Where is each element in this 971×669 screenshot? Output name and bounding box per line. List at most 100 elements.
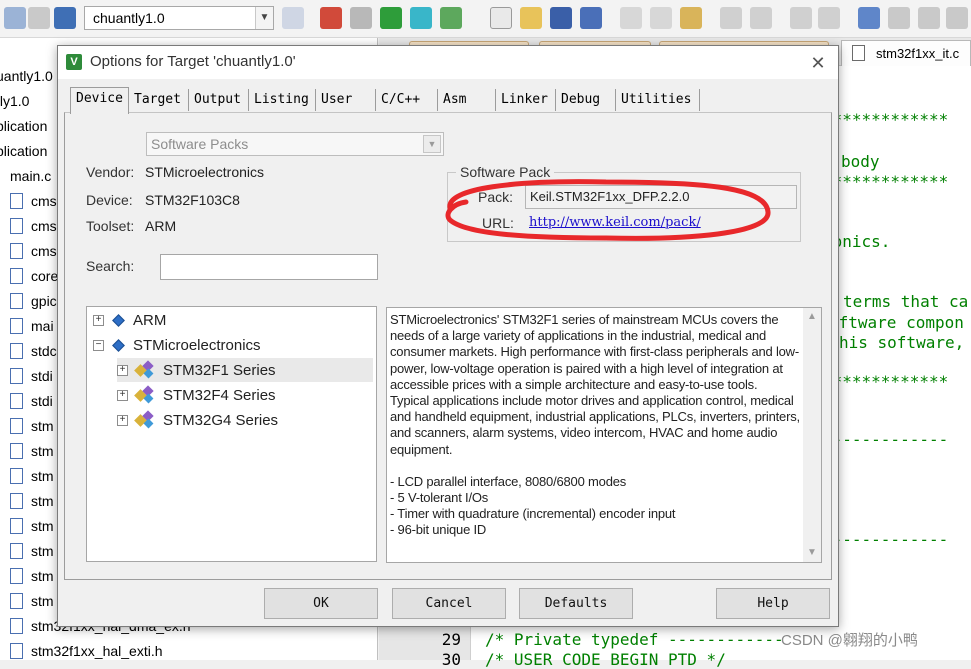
dialog-title-bar[interactable]: V Options for Target 'chuantly1.0' ✕ — [58, 46, 838, 79]
description-paragraph: Typical applications include motor drive… — [390, 393, 800, 457]
file-item-label: stdc — [31, 343, 57, 359]
editor-tab-stm32f1xx-it[interactable]: stm32f1xx_it.c — [841, 40, 971, 66]
close-icon[interactable]: ✕ — [804, 50, 832, 76]
project-item[interactable]: main.c — [10, 164, 51, 188]
expand-icon[interactable]: + — [117, 389, 128, 401]
collapse-icon[interactable]: − — [93, 339, 104, 351]
tab-target[interactable]: Target — [129, 89, 189, 111]
file-item[interactable]: stm — [10, 439, 54, 463]
tree-node-stm32f1-series[interactable]: + STM32F1 Series — [117, 358, 373, 382]
file-item-label: stm — [31, 493, 54, 509]
tab-device[interactable]: Device — [70, 87, 129, 114]
tab-debug[interactable]: Debug — [556, 89, 616, 111]
tab-listing[interactable]: Listing — [249, 89, 316, 111]
toolbar-icon[interactable] — [410, 7, 432, 29]
file-item[interactable]: stm — [10, 489, 54, 513]
file-icon — [10, 218, 23, 234]
file-item[interactable]: cms — [10, 189, 57, 213]
copy-icon[interactable] — [650, 7, 672, 29]
scroll-up-icon[interactable]: ▲ — [803, 308, 821, 326]
tab-linker[interactable]: Linker — [496, 89, 556, 111]
save-all-icon[interactable] — [580, 7, 602, 29]
tab-user[interactable]: User — [316, 89, 376, 111]
description-bullet: - 5 V-tolerant I/Os — [390, 490, 489, 506]
forward-icon[interactable] — [818, 7, 840, 29]
file-item[interactable]: stdc — [10, 339, 57, 363]
tree-node-stmicroelectronics[interactable]: − STMicroelectronics — [93, 333, 261, 357]
scroll-down-icon[interactable]: ▼ — [803, 544, 821, 562]
vendor-label: Vendor: — [86, 164, 135, 180]
toolbar-icon[interactable] — [440, 7, 462, 29]
file-item-label: stm32f1xx_hal_exti.h — [31, 643, 163, 659]
file-item[interactable]: stm — [10, 564, 54, 588]
back-icon[interactable] — [790, 7, 812, 29]
file-item[interactable]: stm — [10, 414, 54, 438]
file-item[interactable]: stdi — [10, 389, 53, 413]
open-folder-icon[interactable] — [520, 7, 542, 29]
project-item[interactable]: uantly1.0 — [0, 64, 53, 88]
tab-asm[interactable]: Asm — [438, 89, 496, 111]
search-input[interactable] — [160, 254, 378, 280]
bookmark-icon[interactable] — [946, 7, 968, 29]
undo-icon[interactable] — [720, 7, 742, 29]
expand-icon[interactable]: + — [117, 364, 128, 376]
toolbar-icon[interactable] — [28, 7, 50, 29]
bookmark-icon[interactable] — [918, 7, 940, 29]
code-line: ------------- — [823, 430, 949, 449]
target-select-value: chuantly1.0 — [93, 10, 165, 26]
project-item[interactable]: plication — [0, 139, 47, 163]
tab-c-cpp[interactable]: C/C++ — [376, 89, 438, 111]
file-item[interactable]: stm — [10, 464, 54, 488]
file-item[interactable]: stm32f1xx_hal_exti.h — [10, 639, 163, 663]
file-item[interactable]: cms — [10, 239, 57, 263]
ok-button[interactable]: OK — [264, 588, 378, 619]
device-label: Device: — [86, 192, 133, 208]
file-item[interactable]: stdi — [10, 364, 53, 388]
description-scrollbar[interactable]: ▲ ▼ — [803, 308, 821, 562]
defaults-button[interactable]: Defaults — [519, 588, 633, 619]
load-icon[interactable] — [54, 7, 76, 29]
project-item[interactable]: plication — [0, 114, 47, 138]
chevron-down-icon[interactable]: ▼ — [255, 7, 273, 29]
project-item-label: plication — [0, 118, 48, 134]
help-button[interactable]: Help — [716, 588, 830, 619]
tree-node-stm32f4-series[interactable]: + STM32F4 Series — [117, 383, 276, 407]
options-tab-bar: Device Target Output Listing User C/C++ … — [70, 87, 830, 114]
toolbar-icon[interactable] — [320, 7, 342, 29]
magic-wand-icon[interactable] — [282, 7, 304, 29]
cut-icon[interactable] — [620, 7, 642, 29]
tab-utilities[interactable]: Utilities — [616, 89, 700, 111]
redo-icon[interactable] — [750, 7, 772, 29]
file-item[interactable]: stm — [10, 539, 54, 563]
toolbar-icon[interactable] — [380, 7, 402, 29]
file-item[interactable]: core — [10, 264, 58, 288]
target-select[interactable]: chuantly1.0 ▼ — [84, 6, 274, 30]
file-item[interactable]: stm — [10, 589, 54, 613]
new-file-icon[interactable] — [490, 7, 512, 29]
file-icon — [10, 443, 23, 459]
bookmark-icon[interactable] — [858, 7, 880, 29]
tree-node-arm[interactable]: + ARM — [93, 308, 166, 332]
file-icon — [852, 45, 865, 61]
file-item[interactable]: mai — [10, 314, 54, 338]
device-description-box[interactable]: STMicroelectronics' STM32F1 series of ma… — [386, 307, 822, 563]
expand-icon[interactable]: + — [117, 414, 128, 426]
project-item-label: plication — [0, 143, 48, 159]
tab-output[interactable]: Output — [189, 89, 249, 111]
file-item-label: stdi — [31, 368, 53, 384]
save-icon[interactable] — [550, 7, 572, 29]
file-item-label: stm — [31, 468, 54, 484]
file-item-label: stm — [31, 518, 54, 534]
toolbar-icon[interactable] — [4, 7, 26, 29]
file-item[interactable]: stm — [10, 514, 54, 538]
cancel-button[interactable]: Cancel — [392, 588, 506, 619]
toolset-label: Toolset: — [86, 218, 135, 234]
toolbar-icon[interactable] — [350, 7, 372, 29]
bookmark-icon[interactable] — [888, 7, 910, 29]
project-item[interactable]: tly1.0 — [0, 89, 29, 113]
paste-icon[interactable] — [680, 7, 702, 29]
tree-node-stm32g4-series[interactable]: + STM32G4 Series — [117, 408, 278, 432]
expand-icon[interactable]: + — [93, 314, 104, 326]
file-item[interactable]: gpic — [10, 289, 57, 313]
file-item[interactable]: cms — [10, 214, 57, 238]
